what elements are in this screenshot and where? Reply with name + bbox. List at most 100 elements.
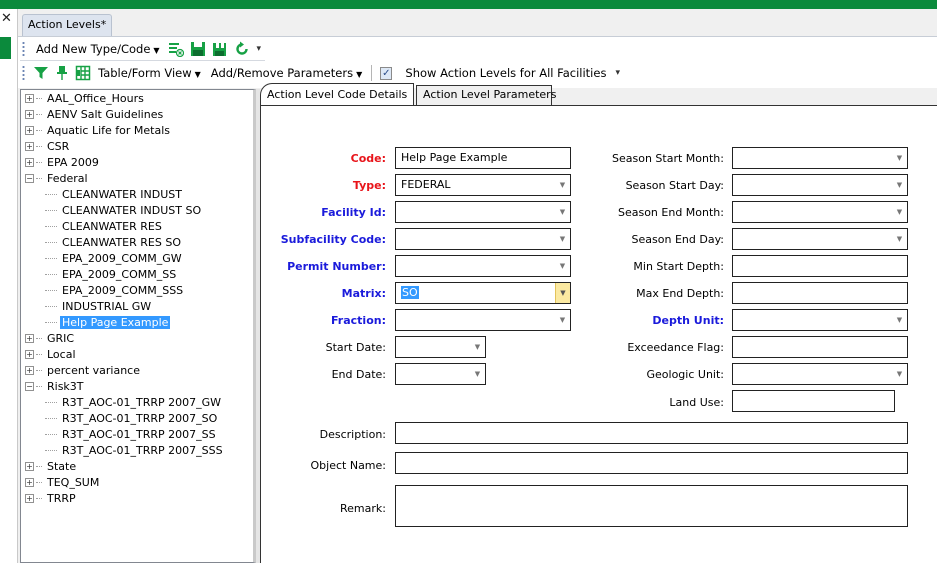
tree-node-label[interactable]: Local	[45, 348, 78, 361]
refresh-icon[interactable]	[233, 40, 251, 58]
start-date-picker[interactable]: ▼	[395, 336, 486, 358]
tree-child-node[interactable]: Help Page Example	[25, 314, 225, 330]
tree-node-label[interactable]: Risk3T	[45, 380, 86, 393]
tree-child-node[interactable]: CLEANWATER INDUST SO	[25, 202, 225, 218]
season-end-month-select[interactable]: ▼	[732, 201, 908, 223]
action-level-tree[interactable]: + AAL_Office_Hours + AENV Salt Guidelines + A…	[20, 89, 256, 563]
tree-child-node[interactable]: CLEANWATER INDUST	[25, 186, 225, 202]
object-name-input[interactable]	[395, 452, 908, 474]
tree-child-node[interactable]: EPA_2009_COMM_SSS	[25, 282, 225, 298]
facility-id-select[interactable]: ▼	[395, 201, 571, 223]
expand-icon[interactable]: +	[25, 493, 34, 503]
chevron-down-icon[interactable]: ▼	[470, 364, 485, 384]
save-all-icon[interactable]	[211, 40, 229, 58]
document-tab-action-levels[interactable]: Action Levels*	[22, 14, 113, 36]
tree-child-node[interactable]: CLEANWATER RES	[25, 218, 225, 234]
tree-node-label[interactable]: CSR	[45, 140, 71, 153]
chevron-down-icon[interactable]: ▼	[470, 337, 485, 357]
tree-node[interactable]: − Federal	[25, 170, 225, 186]
season-end-day-select[interactable]: ▼	[732, 228, 908, 250]
tree-node-label[interactable]: AAL_Office_Hours	[45, 92, 146, 105]
tree-node-label[interactable]: EPA 2009	[45, 156, 101, 169]
expand-icon[interactable]: +	[25, 349, 34, 359]
column-chooser-icon[interactable]	[74, 64, 91, 82]
tree-child-label[interactable]: R3T_AOC-01_TRRP 2007_GW	[60, 396, 223, 409]
tree-child-node[interactable]: CLEANWATER RES SO	[25, 234, 225, 250]
matrix-select[interactable]: SO ▼	[395, 282, 571, 304]
tree-child-label[interactable]: EPA_2009_COMM_GW	[60, 252, 184, 265]
code-input[interactable]: Help Page Example	[395, 147, 571, 169]
depth-unit-select[interactable]: ▼	[732, 309, 908, 331]
chevron-down-icon[interactable]: ▼	[892, 202, 907, 222]
tree-node[interactable]: + GRIC	[25, 330, 225, 346]
description-input[interactable]	[395, 422, 908, 444]
chevron-down-icon[interactable]: ▼	[892, 148, 907, 168]
chevron-down-icon[interactable]: ▼	[555, 229, 570, 249]
tree-child-label[interactable]: CLEANWATER RES SO	[60, 236, 183, 249]
tree-child-node[interactable]: R3T_AOC-01_TRRP 2007_SSS	[25, 442, 225, 458]
chevron-down-icon[interactable]: ▼	[892, 175, 907, 195]
tree-node[interactable]: + percent variance	[25, 362, 225, 378]
tree-child-label[interactable]: Help Page Example	[60, 315, 171, 329]
tree-child-node[interactable]: EPA_2009_COMM_SS	[25, 266, 225, 282]
tree-node[interactable]: + Aquatic Life for Metals	[25, 122, 225, 138]
tree-node[interactable]: + State	[25, 458, 225, 474]
tab-action-level-code-details[interactable]: Action Level Code Details	[260, 83, 414, 106]
chevron-down-icon[interactable]: ▼	[555, 310, 570, 330]
tree-node-label[interactable]: State	[45, 460, 78, 473]
min-start-depth-input[interactable]	[732, 255, 908, 277]
tree-node[interactable]: + Local	[25, 346, 225, 362]
end-date-picker[interactable]: ▼	[395, 363, 486, 385]
tree-child-label[interactable]: EPA_2009_COMM_SSS	[60, 284, 185, 297]
land-use-input[interactable]	[732, 390, 895, 412]
toolbar-grip[interactable]	[22, 40, 25, 57]
exceedance-flag-input[interactable]	[732, 336, 908, 358]
tree-child-label[interactable]: R3T_AOC-01_TRRP 2007_SS	[60, 428, 218, 441]
table-form-view-button[interactable]: Table/Form View ▼	[93, 66, 206, 80]
subfacility-code-select[interactable]: ▼	[395, 228, 571, 250]
tree-child-node[interactable]: R3T_AOC-01_TRRP 2007_GW	[25, 394, 225, 410]
chevron-down-icon[interactable]: ▼	[892, 364, 907, 384]
tree-node[interactable]: − Risk3T	[25, 378, 225, 394]
close-icon[interactable]: ✕	[1, 11, 12, 26]
tree-node[interactable]: + TEQ_SUM	[25, 474, 225, 490]
geologic-unit-select[interactable]: ▼	[732, 363, 908, 385]
clear-grid-icon[interactable]	[167, 40, 185, 58]
type-select[interactable]: FEDERAL ▼	[395, 174, 571, 196]
save-icon[interactable]	[189, 40, 207, 58]
max-end-depth-input[interactable]	[732, 282, 908, 304]
fraction-select[interactable]: ▼	[395, 309, 571, 331]
season-start-day-select[interactable]: ▼	[732, 174, 908, 196]
expand-icon[interactable]: +	[25, 125, 34, 135]
chevron-down-icon[interactable]: ▼	[555, 283, 570, 303]
tree-child-label[interactable]: R3T_AOC-01_TRRP 2007_SO	[60, 412, 219, 425]
toolbar-overflow-icon[interactable]: ▾	[615, 68, 620, 78]
tree-node-label[interactable]: percent variance	[45, 364, 142, 377]
chevron-down-icon[interactable]: ▼	[555, 202, 570, 222]
tree-node[interactable]: + CSR	[25, 138, 225, 154]
chevron-down-icon[interactable]: ▼	[892, 229, 907, 249]
tree-node-label[interactable]: GRIC	[45, 332, 76, 345]
toolbar-overflow-icon[interactable]: ▾	[257, 44, 262, 54]
toolbar-grip[interactable]	[22, 65, 25, 81]
expand-icon[interactable]: +	[25, 157, 34, 167]
expand-icon[interactable]: +	[25, 141, 34, 151]
tree-node[interactable]: + EPA 2009	[25, 154, 225, 170]
expand-icon[interactable]: +	[25, 109, 34, 119]
expand-icon[interactable]: +	[25, 333, 34, 343]
permit-number-select[interactable]: ▼	[395, 255, 571, 277]
tree-child-label[interactable]: CLEANWATER INDUST	[60, 188, 184, 201]
tree-child-label[interactable]: EPA_2009_COMM_SS	[60, 268, 178, 281]
show-all-facilities-checkbox[interactable]: ✓	[380, 66, 393, 80]
tree-child-label[interactable]: CLEANWATER INDUST SO	[60, 204, 203, 217]
add-new-type-code-button[interactable]: Add New Type/Code ▼	[31, 42, 165, 56]
tree-node-label[interactable]: TEQ_SUM	[45, 476, 101, 489]
chevron-down-icon[interactable]: ▼	[555, 175, 570, 195]
tree-child-node[interactable]: INDUSTRIAL GW	[25, 298, 225, 314]
expand-icon[interactable]: +	[25, 93, 34, 103]
season-start-month-select[interactable]: ▼	[732, 147, 908, 169]
tab-action-level-parameters[interactable]: Action Level Parameters	[416, 85, 556, 105]
tree-child-label[interactable]: CLEANWATER RES	[60, 220, 164, 233]
pin-icon[interactable]	[54, 64, 71, 82]
side-nav-tab[interactable]	[0, 37, 11, 59]
